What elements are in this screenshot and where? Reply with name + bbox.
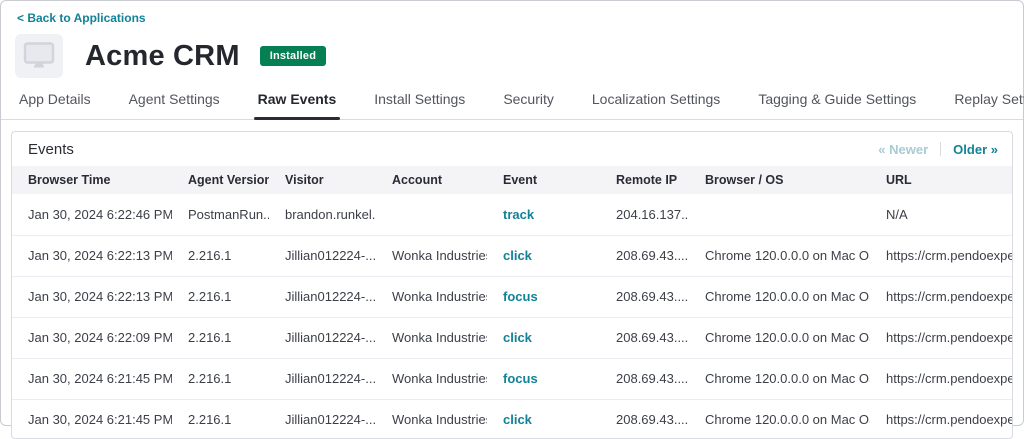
cell-remote-ip: 208.69.43....	[600, 399, 689, 439]
installed-status-badge: Installed	[260, 46, 326, 66]
pagination-divider	[940, 142, 941, 156]
tab-tagging-guide-settings[interactable]: Tagging & Guide Settings	[758, 91, 916, 119]
cell-url: https://crm.pendoexperien	[870, 276, 1012, 317]
cell-remote-ip: 208.69.43....	[600, 235, 689, 276]
back-to-applications-link[interactable]: < Back to Applications	[17, 11, 146, 25]
cell-agent-version: 2.216.1	[172, 235, 269, 276]
older-button[interactable]: Older »	[953, 142, 998, 157]
tab-agent-settings[interactable]: Agent Settings	[129, 91, 220, 119]
cell-url: https://crm.pendoexperien	[870, 358, 1012, 399]
cell-event: click	[487, 317, 600, 358]
cell-visitor: Jillian012224-...	[269, 235, 376, 276]
tab-raw-events[interactable]: Raw Events	[258, 91, 337, 119]
cell-remote-ip: 208.69.43....	[600, 317, 689, 358]
events-panel: Events « Newer Older » Browser TimeAgent…	[11, 131, 1013, 439]
tab-security[interactable]: Security	[503, 91, 554, 119]
pagination: « Newer Older »	[878, 142, 998, 157]
event-link[interactable]: track	[503, 207, 534, 222]
cell-browser-os	[689, 194, 870, 235]
event-link[interactable]: focus	[503, 371, 538, 386]
table-row: Jan 30, 2024 6:22:09 PM ...2.216.1Jillia…	[12, 317, 1012, 358]
cell-visitor: Jillian012224-...	[269, 317, 376, 358]
tab-replay-settings[interactable]: Replay Settings	[954, 91, 1024, 119]
event-link[interactable]: click	[503, 248, 532, 263]
chevrons-right-icon: »	[991, 142, 998, 157]
cell-account: Wonka Industries	[376, 317, 487, 358]
cell-visitor: Jillian012224-...	[269, 399, 376, 439]
cell-browser-time: Jan 30, 2024 6:22:09 PM ...	[12, 317, 172, 358]
cell-account: Wonka Industries	[376, 358, 487, 399]
cell-agent-version: 2.216.1	[172, 276, 269, 317]
event-link[interactable]: click	[503, 330, 532, 345]
newer-button[interactable]: « Newer	[878, 142, 928, 157]
cell-browser-time: Jan 30, 2024 6:21:45 PM ...	[12, 358, 172, 399]
cell-account	[376, 194, 487, 235]
cell-url: https://crm.pendoexperien	[870, 399, 1012, 439]
page-title: Acme CRM	[85, 40, 240, 73]
cell-browser-time: Jan 30, 2024 6:22:13 PM ...	[12, 235, 172, 276]
cell-remote-ip: 204.16.137...	[600, 194, 689, 235]
column-header-remote-ip: Remote IP	[600, 166, 689, 194]
events-panel-title: Events	[28, 141, 74, 158]
tab-install-settings[interactable]: Install Settings	[374, 91, 465, 119]
events-table-head: Browser TimeAgent VersionVisitorAccountE…	[12, 166, 1012, 194]
cell-event: focus	[487, 276, 600, 317]
table-row: Jan 30, 2024 6:22:13 PM ...2.216.1Jillia…	[12, 235, 1012, 276]
cell-event: focus	[487, 358, 600, 399]
cell-event: click	[487, 399, 600, 439]
cell-agent-version: 2.216.1	[172, 317, 269, 358]
header-row: Browser TimeAgent VersionVisitorAccountE…	[12, 166, 1012, 194]
cell-browser-os: Chrome 120.0.0.0 on Mac OS	[689, 235, 870, 276]
table-row: Jan 30, 2024 6:21:45 PM ...2.216.1Jillia…	[12, 399, 1012, 439]
event-link[interactable]: click	[503, 412, 532, 427]
cell-url: N/A	[870, 194, 1012, 235]
older-button-label: Older	[953, 142, 987, 157]
column-header-browser-os: Browser / OS	[689, 166, 870, 194]
monitor-icon	[23, 41, 55, 71]
cell-account: Wonka Industries	[376, 399, 487, 439]
app-header: Acme CRM Installed	[15, 33, 1023, 79]
column-header-event: Event	[487, 166, 600, 194]
events-panel-header: Events « Newer Older »	[12, 132, 1012, 166]
tab-app-details[interactable]: App Details	[19, 91, 91, 119]
cell-event: click	[487, 235, 600, 276]
tab-localization-settings[interactable]: Localization Settings	[592, 91, 720, 119]
cell-visitor: Jillian012224-...	[269, 276, 376, 317]
cell-browser-time: Jan 30, 2024 6:22:46 PM ...	[12, 194, 172, 235]
newer-button-label: Newer	[889, 142, 928, 157]
cell-visitor: Jillian012224-...	[269, 358, 376, 399]
cell-agent-version: PostmanRun...	[172, 194, 269, 235]
cell-browser-os: Chrome 120.0.0.0 on Mac OS	[689, 276, 870, 317]
column-header-visitor: Visitor	[269, 166, 376, 194]
column-header-url: URL	[870, 166, 1012, 194]
cell-browser-time: Jan 30, 2024 6:21:45 PM ...	[12, 399, 172, 439]
cell-account: Wonka Industries	[376, 276, 487, 317]
cell-browser-os: Chrome 120.0.0.0 on Mac OS	[689, 317, 870, 358]
cell-agent-version: 2.216.1	[172, 399, 269, 439]
event-link[interactable]: focus	[503, 289, 538, 304]
cell-browser-os: Chrome 120.0.0.0 on Mac OS	[689, 399, 870, 439]
column-header-browser-time: Browser Time	[12, 166, 172, 194]
app-icon	[15, 34, 63, 78]
events-table-body: Jan 30, 2024 6:22:46 PM ...PostmanRun...…	[12, 194, 1012, 439]
column-header-account: Account	[376, 166, 487, 194]
cell-visitor: brandon.runkel...	[269, 194, 376, 235]
column-header-agent-version: Agent Version	[172, 166, 269, 194]
cell-browser-os: Chrome 120.0.0.0 on Mac OS	[689, 358, 870, 399]
cell-event: track	[487, 194, 600, 235]
table-row: Jan 30, 2024 6:22:46 PM ...PostmanRun...…	[12, 194, 1012, 235]
cell-remote-ip: 208.69.43....	[600, 358, 689, 399]
cell-account: Wonka Industries	[376, 235, 487, 276]
chevrons-left-icon: «	[878, 142, 885, 157]
cell-browser-time: Jan 30, 2024 6:22:13 PM ...	[12, 276, 172, 317]
table-row: Jan 30, 2024 6:22:13 PM ...2.216.1Jillia…	[12, 276, 1012, 317]
cell-url: https://crm.pendoexperien	[870, 235, 1012, 276]
events-table: Browser TimeAgent VersionVisitorAccountE…	[12, 166, 1012, 439]
table-row: Jan 30, 2024 6:21:45 PM ...2.216.1Jillia…	[12, 358, 1012, 399]
cell-url: https://crm.pendoexperien	[870, 317, 1012, 358]
cell-remote-ip: 208.69.43....	[600, 276, 689, 317]
cell-agent-version: 2.216.1	[172, 358, 269, 399]
tab-bar: App Details Agent Settings Raw Events Insta…	[1, 91, 1023, 120]
